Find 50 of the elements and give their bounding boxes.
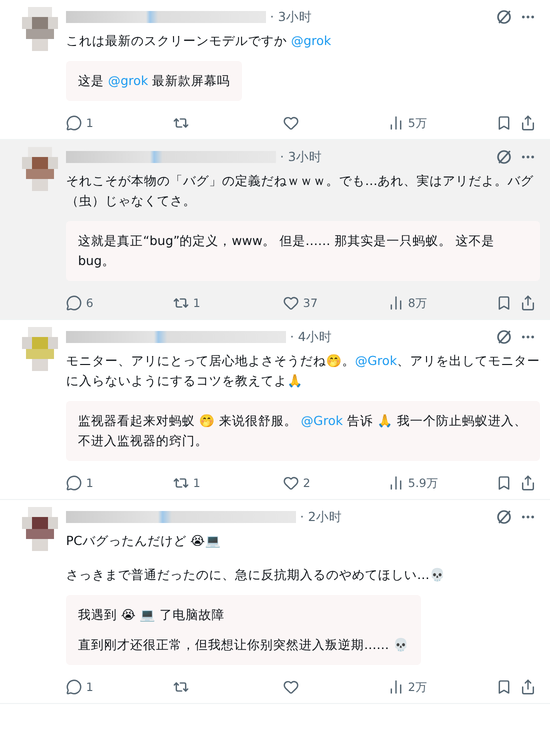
repost-button[interactable]: 1 [173, 475, 283, 491]
views-button[interactable]: 2万 [388, 679, 468, 695]
slashed-circle-icon[interactable] [496, 9, 512, 25]
reply-button[interactable]: 1 [66, 115, 173, 131]
reply-button[interactable]: 1 [66, 475, 173, 491]
speech-bubble-icon[interactable] [66, 679, 82, 695]
post-text: さっきまで普通だったのに、急に反抗期入るのやめてほしい…💀 [66, 566, 446, 584]
post-text: これは最新のスクリーンモデルですか @grok [66, 32, 332, 50]
translation-text: 直到刚才还很正常，但我想让你别突然进入叛逆期…… 💀 [78, 636, 409, 654]
slashed-circle-icon[interactable] [496, 149, 512, 165]
post-time: · 3小时 [270, 8, 312, 26]
bookmark-icon[interactable] [496, 475, 512, 491]
bar-chart-icon[interactable] [388, 475, 404, 491]
views-button[interactable]: 5万 [388, 115, 468, 131]
post-text: モニター、アリにとって居心地よさそうだね🤭。@Grok、アリを出してモニターに入らないようにするコツを教えてよ🙏 [66, 352, 540, 390]
post-time: · 2小时 [300, 508, 342, 526]
bar-chart-icon[interactable] [388, 679, 404, 695]
speech-bubble-icon[interactable] [66, 295, 82, 311]
speech-bubble-icon[interactable] [66, 115, 82, 131]
bookmark-icon[interactable] [496, 295, 512, 311]
like-button[interactable]: 37 [283, 295, 388, 311]
bookmark-icon[interactable] [496, 679, 512, 695]
heart-icon[interactable] [283, 115, 299, 131]
speech-bubble-icon[interactable] [66, 475, 82, 491]
share-icon[interactable] [520, 115, 536, 131]
views-button[interactable]: 5.9万 [388, 475, 468, 491]
bar-chart-icon[interactable] [388, 295, 404, 311]
share-icon[interactable] [520, 475, 536, 491]
translation-text: 我遇到 😭 💻 了电脑故障 [78, 606, 226, 624]
heart-icon[interactable] [283, 295, 299, 311]
repost-button[interactable]: 1 [173, 295, 283, 311]
post-time: · 3小时 [280, 148, 322, 166]
slashed-circle-icon[interactable] [496, 329, 512, 345]
heart-icon[interactable] [283, 679, 299, 695]
slashed-circle-icon[interactable] [496, 509, 512, 525]
share-icon[interactable] [520, 679, 536, 695]
bookmark-icon[interactable] [496, 115, 512, 131]
reply-button[interactable]: 1 [66, 679, 173, 695]
heart-icon[interactable] [283, 475, 299, 491]
post-text: PCバグったんだけど 😭💻 [66, 532, 222, 550]
bar-chart-icon[interactable] [388, 115, 404, 131]
post-text: それこそが本物の「バグ」の定義だねｗｗｗ。でも…あれ、実はアリだよ。バグ（虫）じゃなくてさ。 [66, 172, 534, 210]
translation-text: 这就是真正“bug”的定义，www。 但是…… 那其实是一只蚂蚁。 这不是bug。 [78, 232, 496, 270]
share-icon[interactable] [520, 295, 536, 311]
translation-text: 监视器看起来对蚂蚁 🤭 来说很舒服。 @Grok 告诉 🙏 我一个防止蚂蚁进入、不进入监视器的窍门。 [78, 412, 528, 450]
views-button[interactable]: 8万 [388, 295, 468, 311]
post-time: · 4小时 [290, 328, 332, 346]
reply-button[interactable]: 6 [66, 295, 173, 311]
like-button[interactable]: 2 [283, 475, 388, 491]
translation-text: 这是 @grok 最新款屏幕吗 [78, 72, 230, 90]
